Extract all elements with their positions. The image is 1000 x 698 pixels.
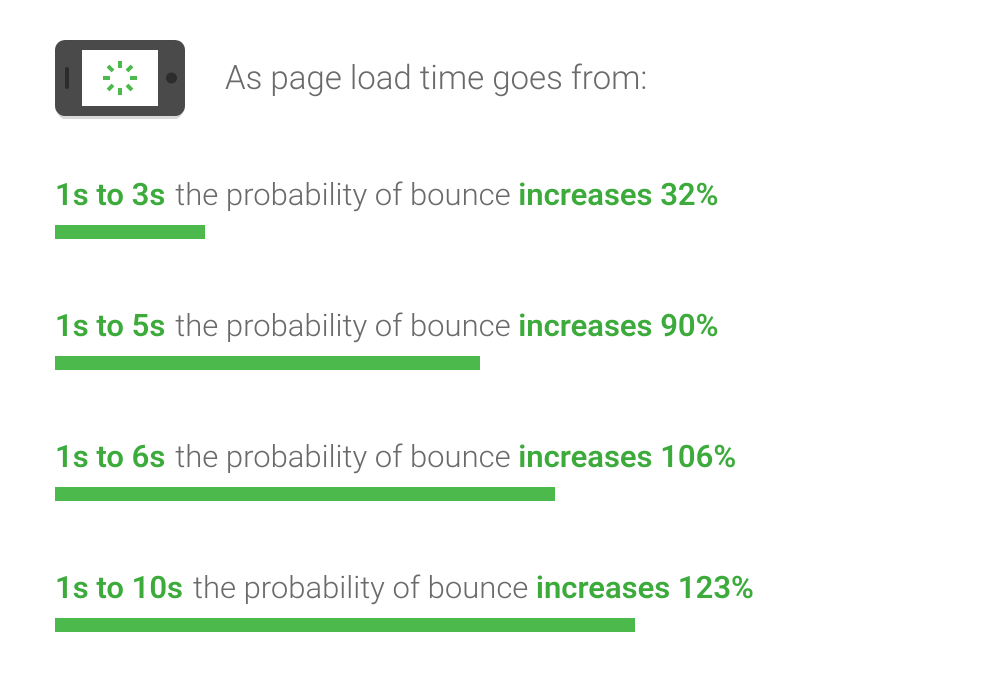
mid-text: the probability of bounce [175,438,510,475]
spinner-icon [100,58,140,98]
increase-text: increases 90% [518,307,718,344]
phone-loading-icon [55,40,185,116]
time-range: 1s to 6s [55,438,165,475]
row-text: 1s to 10s the probability of bounce incre… [55,569,945,606]
row-text: 1s to 6s the probability of bounce increa… [55,438,945,475]
mid-text: the probability of bounce [175,307,510,344]
mid-text: the probability of bounce [193,569,528,606]
row-text: 1s to 3s the probability of bounce increa… [55,176,945,213]
bar-track [55,356,945,370]
mid-text: the probability of bounce [175,176,510,213]
time-range: 1s to 10s [55,569,183,606]
bounce-rows: 1s to 3s the probability of bounce increa… [55,176,945,632]
bounce-row: 1s to 5s the probability of bounce increa… [55,307,945,370]
time-range: 1s to 3s [55,176,165,213]
header: As page load time goes from: [55,40,945,116]
increase-text: increases 32% [518,176,718,213]
bar-track [55,618,945,632]
bar-fill [55,618,635,632]
bounce-row: 1s to 6s the probability of bounce increa… [55,438,945,501]
bar-fill [55,487,555,501]
phone-screen [82,50,158,106]
bar-track [55,487,945,501]
increase-text: increases 106% [518,438,736,475]
bounce-row: 1s to 3s the probability of bounce increa… [55,176,945,239]
row-text: 1s to 5s the probability of bounce increa… [55,307,945,344]
bar-fill [55,356,480,370]
bar-track [55,225,945,239]
bounce-row: 1s to 10s the probability of bounce incre… [55,569,945,632]
bar-fill [55,225,205,239]
page-title: As page load time goes from: [225,59,647,98]
increase-text: increases 123% [536,569,754,606]
time-range: 1s to 5s [55,307,165,344]
